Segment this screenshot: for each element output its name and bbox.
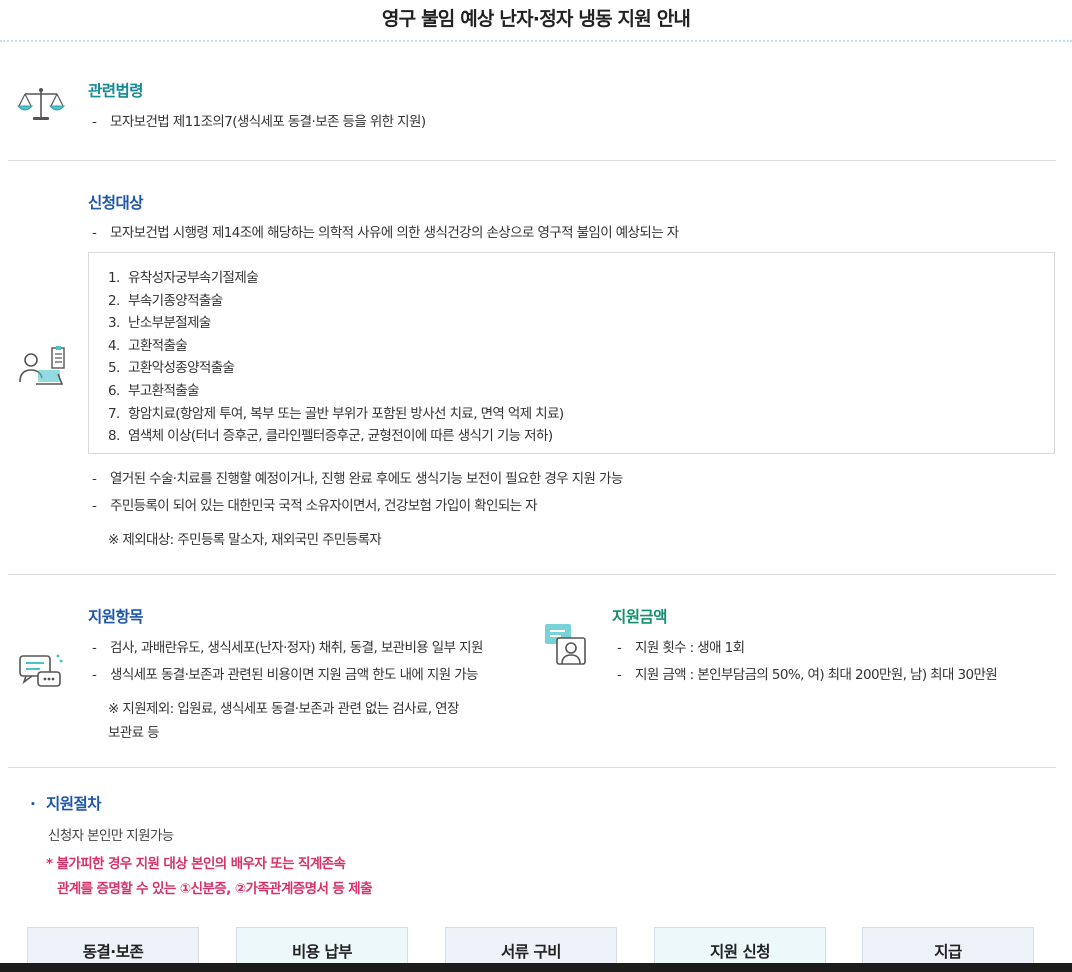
items-note-1: ※ 지원제외: 입원료, 생식세포 동결·보존과 관련 없는 검사료, 연장 [108, 701, 459, 717]
page-title: 영구 불임 예상 난자·정자 냉동 지원 안내 [381, 8, 691, 30]
list-number: 6. [108, 382, 120, 399]
items-note-2: 보관료 등 [108, 725, 160, 741]
title-divider [0, 40, 1072, 42]
target-after-1: - 열거된 수술·치료를 진행할 예정이거나, 진행 완료 후에도 생식기능 보전… [92, 467, 623, 487]
target-heading: 신청대상 [88, 194, 144, 212]
target-intro: - 모자보건법 시행령 제14조에 해당하는 의학적 사유에 의한 생식건강의 손… [92, 221, 679, 241]
list-number: 1. [108, 270, 120, 286]
items-line-1-text: 검사, 과배란유도, 생식세포(난자·정자) 채취, 동결, 보관비용 일부 지… [110, 640, 483, 656]
amount-line-2-text: 지원 금액 : 본인부담금의 50%, 여) 최대 200만원, 남) 최대 3… [635, 667, 998, 683]
procedure-note-1: * 불가피한 경우 지원 대상 본인의 배우자 또는 직계존속 [46, 856, 346, 872]
person-laptop-document-icon [19, 346, 65, 385]
list-number: 4. [108, 337, 120, 354]
list-text: 염색체 이상(터너 증후군, 클라인펠터증후군, 균형전이에 따른 생식기 기능… [128, 428, 553, 445]
section-divider [8, 767, 1056, 768]
list-item: 6. 부고환적출술 [108, 380, 1054, 403]
chat-bubbles-icon [19, 654, 63, 687]
items-line-1: - 검사, 과배란유도, 생식세포(난자·정자) 채취, 동결, 보관비용 일부 … [92, 636, 483, 656]
amount-heading: 지원금액 [612, 608, 668, 626]
items-heading: 지원항목 [88, 608, 144, 626]
list-text: 부고환적출술 [128, 382, 200, 399]
law-item: - 모자보건법 제11조의7(생식세포 동결·보존 등을 위한 지원) [92, 110, 426, 130]
condition-list-box: 1. 유착성자궁부속기절제술 2. 부속기종양적출술 3. 난소부분절제술 4. 고환적… [88, 252, 1055, 454]
list-item: 3. 난소부분절제술 [108, 312, 1054, 335]
dash: - [92, 225, 97, 241]
procedure-sub: 신청자 본인만 지원가능 [48, 828, 174, 844]
dash: - [92, 640, 97, 656]
bottom-bar [0, 963, 1072, 972]
items-line-2: - 생식세포 동결·보존과 관련된 비용이면 지원 금액 한도 내에 지원 가능 [92, 663, 478, 683]
dash: - [617, 667, 622, 683]
list-item: 5. 고환악성종양적출술 [108, 357, 1054, 380]
condition-list: 1. 유착성자궁부속기절제술 2. 부속기종양적출술 3. 난소부분절제술 4. 고환적… [89, 253, 1054, 448]
list-text: 고환악성종양적출술 [128, 360, 235, 377]
list-text: 고환적출술 [128, 337, 188, 354]
section-divider [8, 574, 1056, 575]
target-after-2-text: 주민등록이 되어 있는 대한민국 국적 소유자이면서, 건강보험 가입이 확인되… [110, 498, 538, 514]
list-number: 8. [108, 428, 120, 445]
list-number: 3. [108, 315, 120, 332]
list-item: 2. 부속기종양적출술 [108, 290, 1054, 313]
law-heading: 관련법령 [88, 82, 144, 100]
list-item: 8. 염색체 이상(터너 증후군, 클라인펠터증후군, 균형전이에 따른 생식기 … [108, 425, 1054, 448]
items-line-2-text: 생식세포 동결·보존과 관련된 비용이면 지원 금액 한도 내에 지원 가능 [110, 667, 478, 683]
list-number: 2. [108, 292, 120, 309]
dash: - [92, 667, 97, 683]
dash: - [92, 114, 97, 130]
procedure-note-2: 관계를 증명할 수 있는 ①신분증, ②가족관계증명서 등 제출 [57, 881, 373, 897]
amount-line-2: - 지원 금액 : 본인부담금의 50%, 여) 최대 200만원, 남) 최대 … [617, 663, 998, 683]
procedure-bullet: · [30, 795, 36, 813]
list-item: 7. 항암치료(항암제 투여, 복부 또는 골반 부위가 포함된 방사선 치료, … [108, 403, 1054, 426]
list-number: 7. [108, 405, 120, 422]
section-divider [8, 160, 1056, 161]
amount-line-1: - 지원 횟수 : 생애 1회 [617, 636, 745, 656]
law-item-text: 모자보건법 제11조의7(생식세포 동결·보존 등을 위한 지원) [110, 114, 426, 130]
procedure-heading: · 지원절차 [30, 792, 102, 814]
list-item: 1. 유착성자궁부속기절제술 [108, 267, 1054, 290]
dash: - [92, 498, 97, 514]
target-intro-text: 모자보건법 시행령 제14조에 해당하는 의학적 사유에 의한 생식건강의 손상… [110, 225, 679, 241]
target-after-1-text: 열거된 수술·치료를 진행할 예정이거나, 진행 완료 후에도 생식기능 보전이… [110, 471, 623, 487]
amount-line-1-text: 지원 횟수 : 생애 1회 [635, 640, 745, 656]
list-text: 부속기종양적출술 [128, 292, 223, 309]
dash: - [617, 640, 622, 656]
list-number: 5. [108, 360, 120, 377]
list-text: 유착성자궁부속기절제술 [128, 270, 259, 286]
list-text: 난소부분절제술 [128, 315, 211, 332]
procedure-heading-text: 지원절차 [46, 795, 102, 813]
list-item: 4. 고환적출술 [108, 335, 1054, 358]
target-exclude-note: ※ 제외대상: 주민등록 말소자, 재외국민 주민등록자 [108, 532, 382, 548]
target-after-2: - 주민등록이 되어 있는 대한민국 국적 소유자이면서, 건강보험 가입이 확인… [92, 494, 538, 514]
video-consult-icon [545, 624, 586, 665]
dash: - [92, 471, 97, 487]
list-text: 항암치료(항암제 투여, 복부 또는 골반 부위가 포함된 방사선 치료, 면역… [128, 405, 564, 422]
scales-icon [17, 88, 65, 120]
